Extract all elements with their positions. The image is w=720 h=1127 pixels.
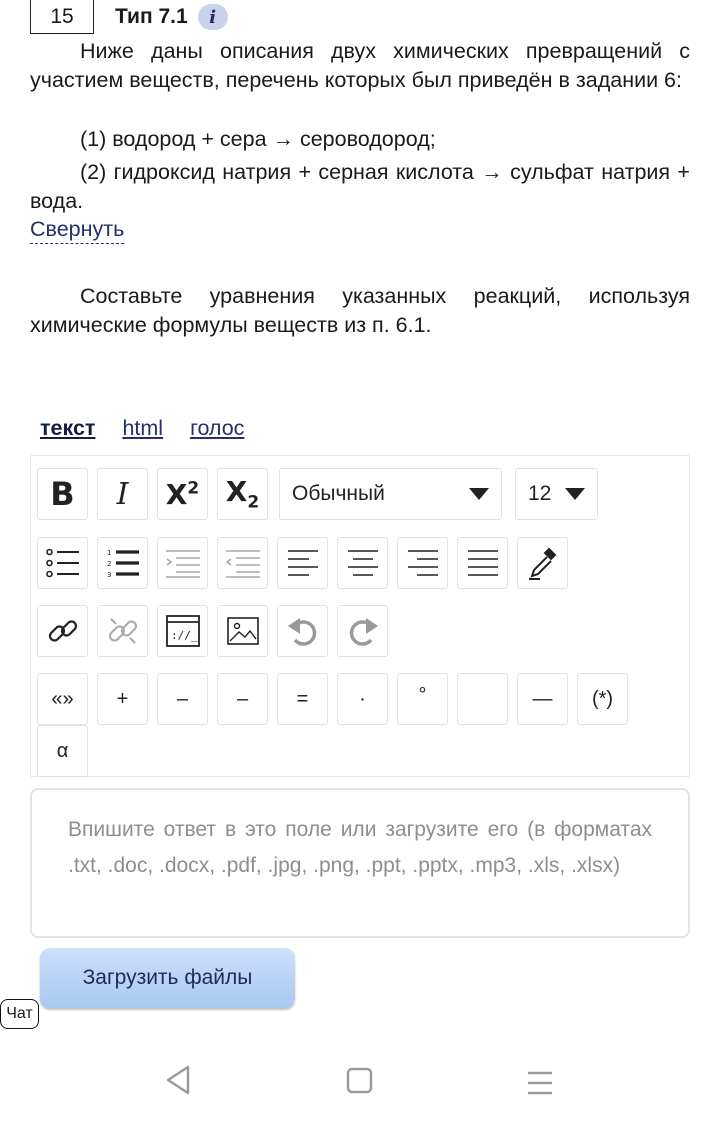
redo-button[interactable] bbox=[337, 605, 388, 657]
tab-voice[interactable]: голос bbox=[190, 416, 244, 441]
reaction-1: (1) водород + сера → сероводород; bbox=[80, 127, 436, 151]
align-justify-icon bbox=[467, 550, 498, 576]
collapse-link[interactable]: Свернуть bbox=[30, 216, 125, 244]
text-color-button[interactable] bbox=[517, 537, 568, 589]
superscript-button[interactable]: X2 bbox=[157, 468, 208, 520]
editor-toolbar: B I X2 X2 Обычный 12 123://_ «» + – – =… bbox=[30, 455, 690, 777]
symbol-parenthesis-button[interactable]: (*) bbox=[577, 673, 628, 725]
font-size-value: 12 bbox=[528, 482, 552, 505]
redo-icon bbox=[349, 618, 378, 646]
outdent-icon bbox=[225, 550, 260, 578]
insert-image-button[interactable] bbox=[217, 605, 268, 657]
symbol-endash-button[interactable]: – bbox=[217, 673, 268, 725]
symbol-middot-button[interactable]: · bbox=[337, 673, 388, 725]
align-justify-button[interactable] bbox=[457, 537, 508, 589]
system-navigation-bar bbox=[0, 1064, 720, 1104]
tab-html[interactable]: html bbox=[122, 416, 163, 441]
subscript-button[interactable]: X2 bbox=[217, 468, 268, 520]
align-center-icon bbox=[347, 550, 378, 576]
task-description: Ниже даны описания двух химических превр… bbox=[30, 39, 690, 92]
format-select[interactable]: Обычный bbox=[279, 468, 502, 520]
symbol-quotes-button[interactable]: «» bbox=[37, 673, 88, 725]
mode-tabs: текст html голос bbox=[40, 416, 244, 441]
reaction-2: (2) гидроксид натрия + серная кислота → … bbox=[30, 160, 690, 213]
bullet-list-icon bbox=[45, 548, 79, 578]
undo-icon bbox=[287, 618, 316, 646]
insert-embed-button[interactable]: ://_ bbox=[157, 605, 208, 657]
tab-text[interactable]: текст bbox=[40, 416, 95, 441]
upload-files-button[interactable]: Загрузить файлы bbox=[40, 948, 295, 1008]
align-center-button[interactable] bbox=[337, 537, 388, 589]
indent-button[interactable] bbox=[157, 537, 208, 589]
task-header: 15 Тип 7.1 i bbox=[30, 0, 228, 34]
symbol-blank-button[interactable] bbox=[457, 673, 508, 725]
back-triangle-icon bbox=[166, 1065, 190, 1095]
subscript-icon: X2 bbox=[225, 475, 260, 513]
chevron-down-icon bbox=[469, 488, 489, 500]
symbol-plus-button[interactable]: + bbox=[97, 673, 148, 725]
symbol-minus-button[interactable]: – bbox=[157, 673, 208, 725]
answer-input[interactable]: Впишите ответ в это поле или загрузите е… bbox=[30, 788, 690, 938]
eyedropper-icon bbox=[528, 547, 556, 580]
bold-button[interactable]: B bbox=[37, 468, 88, 520]
numbered-list-icon: 1 2 3 bbox=[107, 549, 139, 578]
link-icon bbox=[48, 620, 77, 642]
task-instruction: Составьте уравнения указанных реакций, и… bbox=[30, 284, 690, 337]
italic-button[interactable]: I bbox=[97, 468, 148, 520]
task-number: 15 bbox=[30, 0, 94, 34]
font-size-select[interactable]: 12 bbox=[515, 468, 598, 520]
format-select-value: Обычный bbox=[292, 482, 385, 505]
align-left-button[interactable] bbox=[277, 537, 328, 589]
task-type-label: Тип 7.1 bbox=[115, 5, 188, 28]
chat-button[interactable]: Чат bbox=[0, 999, 39, 1029]
unlink-button[interactable] bbox=[97, 605, 148, 657]
italic-icon: I bbox=[116, 476, 129, 512]
align-left-icon bbox=[287, 550, 318, 576]
embed-icon: ://_ bbox=[165, 615, 200, 647]
nav-home-button[interactable] bbox=[346, 1067, 374, 1100]
bold-icon: B bbox=[50, 475, 75, 513]
bullet-list-button[interactable] bbox=[37, 537, 88, 589]
symbol-equals-button[interactable]: = bbox=[277, 673, 328, 725]
symbol-degree-button[interactable]: ° bbox=[397, 673, 448, 725]
indent-icon bbox=[165, 550, 200, 578]
svg-text:2: 2 bbox=[107, 560, 111, 568]
menu-lines-icon bbox=[528, 1071, 552, 1095]
info-icon[interactable]: i bbox=[197, 4, 228, 30]
insert-link-button[interactable] bbox=[37, 605, 88, 657]
nav-back-button[interactable] bbox=[164, 1064, 192, 1101]
svg-text:1: 1 bbox=[107, 549, 111, 557]
undo-button[interactable] bbox=[277, 605, 328, 657]
chevron-down-icon bbox=[565, 488, 585, 500]
align-right-icon bbox=[407, 550, 438, 576]
svg-text:://_: ://_ bbox=[171, 629, 198, 642]
image-icon bbox=[226, 617, 259, 645]
symbol-emdash-button[interactable]: — bbox=[517, 673, 568, 725]
home-square-icon bbox=[346, 1067, 373, 1094]
unlink-icon bbox=[108, 618, 137, 644]
outdent-button[interactable] bbox=[217, 537, 268, 589]
numbered-list-button[interactable]: 1 2 3 bbox=[97, 537, 148, 589]
nav-recents-button[interactable] bbox=[526, 1070, 554, 1101]
align-right-button[interactable] bbox=[397, 537, 448, 589]
symbol-alpha-button[interactable]: α bbox=[37, 725, 88, 777]
superscript-icon: X2 bbox=[165, 477, 200, 511]
svg-text:3: 3 bbox=[107, 571, 111, 578]
